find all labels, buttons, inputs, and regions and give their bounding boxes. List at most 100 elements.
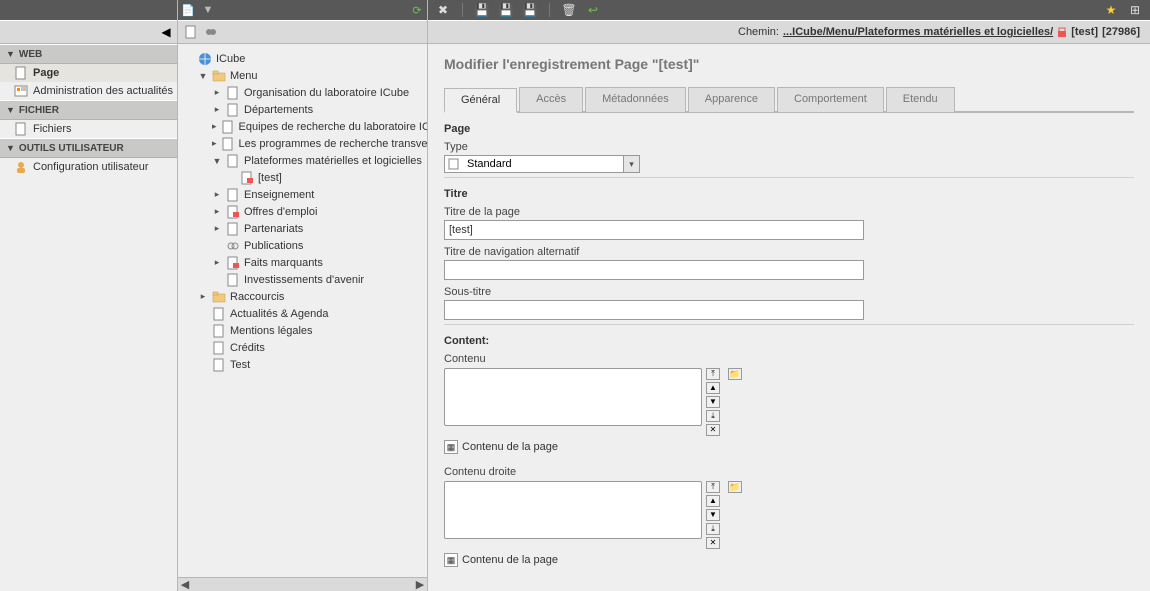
tree-item[interactable]: Publications xyxy=(212,237,427,254)
page-icon xyxy=(14,122,28,136)
bookmark-icon[interactable]: ★ xyxy=(1102,1,1120,19)
tree-item[interactable]: ▸ Equipes de recherche du laboratoire ICu… xyxy=(212,118,427,135)
expand-icon[interactable]: ▸ xyxy=(212,206,222,217)
save-view-icon[interactable]: 💾 xyxy=(497,1,515,19)
tree-item[interactable]: ▼Plateformes matérielles et logicielles xyxy=(212,152,427,169)
folder-icon xyxy=(212,69,226,83)
browse-icon[interactable]: 📁 xyxy=(728,481,742,493)
move-down-icon[interactable]: ▼ xyxy=(706,509,720,521)
move-up-icon[interactable]: ▲ xyxy=(706,382,720,394)
tree-item[interactable]: ICube xyxy=(184,50,427,67)
tree-item[interactable]: ▸Partenariats xyxy=(212,220,427,237)
navtitle-input[interactable] xyxy=(444,260,864,280)
tree-item-label: Equipes de recherche du laboratoire ICub… xyxy=(239,121,427,133)
move-top-icon[interactable]: ⤒ xyxy=(706,481,720,493)
tree-item[interactable]: Mentions légales xyxy=(198,322,427,339)
tree-item[interactable]: ▸ Raccourcis xyxy=(198,288,427,305)
delete-icon[interactable]: 🗑 xyxy=(560,1,578,19)
tree-topbar: 📄 ▼ ⟳ xyxy=(178,0,427,20)
content-right-opt-label: Contenu de la page xyxy=(462,554,558,566)
expand-icon[interactable]: ▼ xyxy=(198,71,208,81)
refresh-icon[interactable]: ⟳ xyxy=(407,0,427,20)
new-page-icon[interactable]: 📄 xyxy=(178,0,198,20)
tab-général[interactable]: Général xyxy=(444,88,517,113)
tree-item[interactable]: Crédits xyxy=(198,339,427,356)
left-toolbar: ◀ xyxy=(0,20,177,44)
page-icon[interactable] xyxy=(184,25,198,39)
tab-métadonnées[interactable]: Métadonnées xyxy=(585,87,686,112)
expand-icon[interactable]: ▸ xyxy=(198,291,208,302)
tree-item[interactable]: Test xyxy=(198,356,427,373)
scroll-right-icon[interactable]: ▶ xyxy=(413,578,427,591)
expand-icon[interactable]: ▸ xyxy=(212,87,222,98)
scroll-left-icon[interactable]: ◀ xyxy=(178,578,192,591)
tree-item[interactable]: ▸Offres d'emploi xyxy=(212,203,427,220)
expand-icon[interactable]: ▸ xyxy=(212,138,217,149)
tab-accès[interactable]: Accès xyxy=(519,87,583,112)
move-down-icon[interactable]: ▼ xyxy=(706,396,720,408)
tree-item[interactable]: ▼Menu xyxy=(198,67,427,84)
module-item-files[interactable]: Fichiers xyxy=(0,120,177,138)
module-group-header[interactable]: ▼OUTILS UTILISATEUR xyxy=(0,138,177,158)
filter-icon[interactable]: ▼ xyxy=(198,0,218,20)
page-tree-panel: 📄 ▼ ⟳ ICube▼Menu▸Organisation du laborat… xyxy=(178,0,428,591)
expand-icon[interactable]: ▸ xyxy=(212,189,222,200)
left-topbar xyxy=(0,0,177,20)
page-icon xyxy=(14,66,28,80)
clickmenu-icon[interactable]: ▦ xyxy=(444,553,458,567)
tree-scrollbar[interactable]: ◀ ▶ xyxy=(178,577,427,591)
tree-item-label: Départements xyxy=(244,104,313,116)
path-link[interactable]: ...ICube/Menu/Plateformes matérielles et… xyxy=(783,26,1053,38)
pagetitle-input[interactable] xyxy=(444,220,864,240)
close-icon[interactable]: ✖ xyxy=(434,1,452,19)
move-up-icon[interactable]: ▲ xyxy=(706,495,720,507)
tree-item[interactable]: ▸Les programmes de recherche transversau… xyxy=(212,135,427,152)
tree-item[interactable]: Actualités & Agenda xyxy=(198,305,427,322)
expand-icon[interactable]: ▸ xyxy=(212,104,222,115)
type-select[interactable]: Standard ▾ xyxy=(444,155,640,173)
expand-icon[interactable]: ▸ xyxy=(212,121,217,132)
save-close-icon[interactable]: 💾 xyxy=(521,1,539,19)
tab-comportement[interactable]: Comportement xyxy=(777,87,884,112)
module-group-header[interactable]: ▼WEB xyxy=(0,44,177,64)
tree-item[interactable]: ▸Organisation du laboratoire ICube xyxy=(212,84,427,101)
clickmenu-icon[interactable]: ▦ xyxy=(444,440,458,454)
module-item-news[interactable]: Administration des actualités xyxy=(0,82,177,100)
remove-icon[interactable]: ✕ xyxy=(706,424,720,436)
expand-icon[interactable]: ▸ xyxy=(212,257,222,268)
tab-etendu[interactable]: Etendu xyxy=(886,87,955,112)
tree-item[interactable]: [test] xyxy=(226,169,427,186)
move-top-icon[interactable]: ⤒ xyxy=(706,368,720,380)
undo-icon[interactable]: ↩ xyxy=(584,1,602,19)
tree-item[interactable]: ▸ Départements xyxy=(212,101,427,118)
content-list[interactable] xyxy=(444,368,702,426)
link-icon[interactable] xyxy=(204,25,218,39)
chevron-down-icon[interactable]: ▾ xyxy=(623,156,639,172)
subtitle-input[interactable] xyxy=(444,300,864,320)
main-panel: ✖ 💾 💾 💾 🗑 ↩ ★ ⊞ Chemin: ...ICube/Menu/Pl… xyxy=(428,0,1150,591)
module-group-header[interactable]: ▼FICHIER xyxy=(0,100,177,120)
collapse-icon[interactable]: ◀ xyxy=(159,25,173,39)
move-bottom-icon[interactable]: ⤓ xyxy=(706,410,720,422)
lock-icon xyxy=(226,205,240,219)
save-icon[interactable]: 💾 xyxy=(473,1,491,19)
browse-icon[interactable]: 📁 xyxy=(728,368,742,380)
module-item-userconf[interactable]: Configuration utilisateur xyxy=(0,158,177,176)
page-title: Modifier l'enregistrement Page "[test]" xyxy=(444,56,1134,72)
tree-item-label: Raccourcis xyxy=(230,291,284,303)
tabs: GénéralAccèsMétadonnéesApparenceComporte… xyxy=(444,86,1134,113)
expand-icon[interactable]: ▸ xyxy=(212,223,222,234)
remove-icon[interactable]: ✕ xyxy=(706,537,720,549)
path-prefix: Chemin: xyxy=(738,26,779,38)
tree-item[interactable]: ▸Enseignement xyxy=(212,186,427,203)
tree-item[interactable]: ▸Faits marquants xyxy=(212,254,427,271)
expand-icon[interactable]: ▼ xyxy=(212,156,222,166)
shortcut-icon[interactable]: ⊞ xyxy=(1126,1,1144,19)
tab-apparence[interactable]: Apparence xyxy=(688,87,775,112)
move-bottom-icon[interactable]: ⤓ xyxy=(706,523,720,535)
page-icon xyxy=(226,188,240,202)
content-right-list[interactable] xyxy=(444,481,702,539)
page-icon xyxy=(226,273,240,287)
module-item-page[interactable]: Page xyxy=(0,64,177,82)
tree-item[interactable]: Investissements d'avenir xyxy=(212,271,427,288)
